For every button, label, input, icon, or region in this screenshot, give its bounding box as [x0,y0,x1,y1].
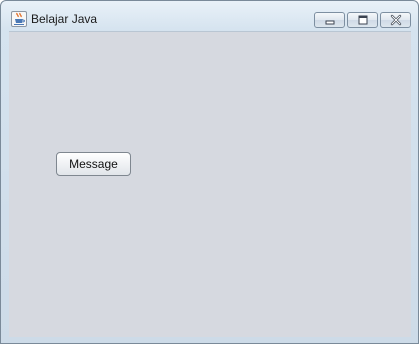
app-window: Belajar Java Message [0,0,419,344]
message-button[interactable]: Message [56,152,131,176]
maximize-button[interactable] [347,12,378,28]
title-bar[interactable]: Belajar Java [1,1,418,31]
minimize-icon [325,20,334,25]
content-pane: Message [9,31,411,337]
java-coffee-cup-icon[interactable] [11,11,27,27]
close-icon [390,14,401,26]
maximize-icon [358,15,367,25]
close-button[interactable] [380,12,411,28]
minimize-button[interactable] [314,12,345,28]
window-title: Belajar Java [31,12,98,26]
